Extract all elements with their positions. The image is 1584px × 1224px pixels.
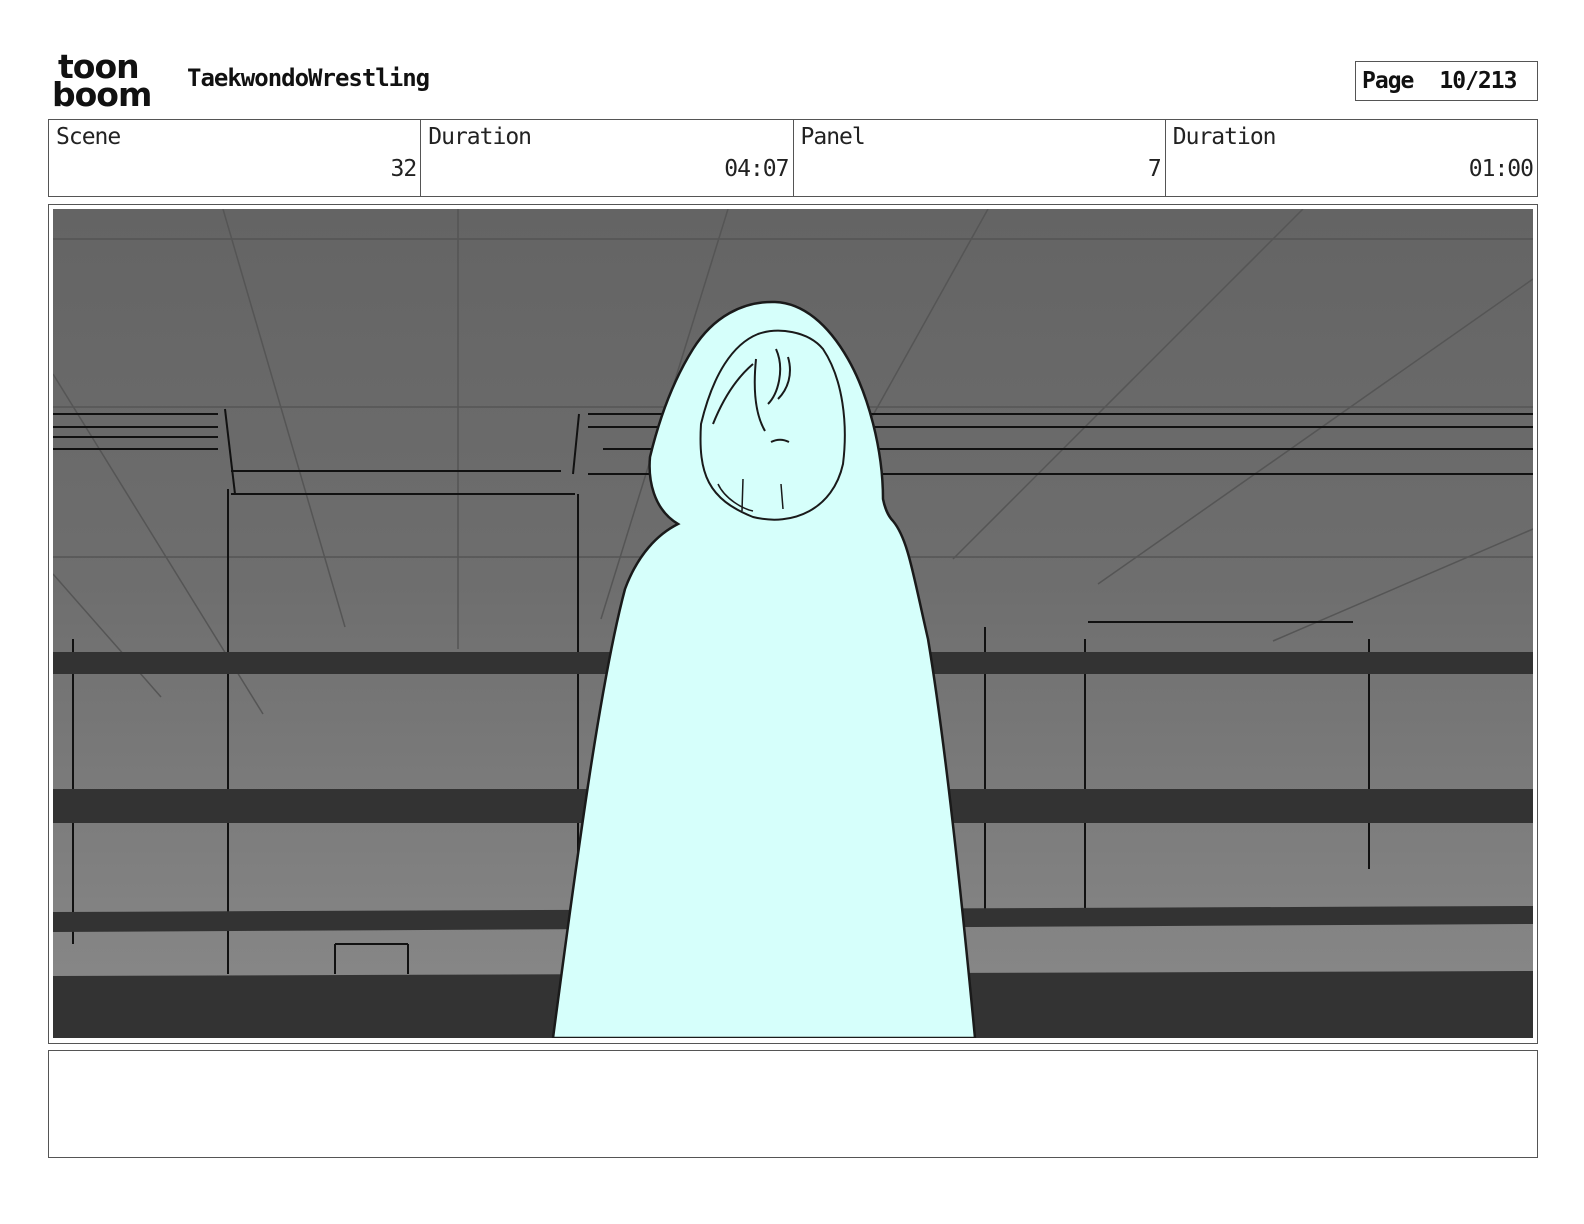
panel-duration-value: 01:00 xyxy=(1468,156,1534,182)
scene-value: 32 xyxy=(390,156,418,182)
panel-notes-box xyxy=(48,1050,1538,1158)
scene-duration-value: 04:07 xyxy=(724,156,789,182)
panel-duration-cell: Duration 01:00 xyxy=(1166,120,1537,196)
page-value: 10/213 xyxy=(1439,68,1517,94)
page-indicator: Page 10/213 xyxy=(1355,61,1538,101)
scene-cell: Scene 32 xyxy=(49,120,422,196)
panel-frame xyxy=(48,204,1538,1044)
panel-artwork xyxy=(53,209,1533,1038)
scene-duration-label: Duration xyxy=(428,124,532,150)
scene-label: Scene xyxy=(56,124,121,150)
project-title: TaekwondoWrestling xyxy=(187,64,430,92)
panel-value: 7 xyxy=(1147,156,1162,182)
storyboard-sketch xyxy=(53,209,1533,1038)
scene-duration-cell: Duration 04:07 xyxy=(421,120,794,196)
panel-cell: Panel 7 xyxy=(794,120,1166,196)
panel-label: Panel xyxy=(800,124,866,150)
panel-info-row: Scene 32 Duration 04:07 Panel 7 Duration… xyxy=(48,119,1538,197)
toon-boom-logo: toon boom xyxy=(52,50,164,112)
page-label: Page xyxy=(1362,68,1414,94)
logo-text-bottom: boom xyxy=(52,75,152,114)
panel-duration-label: Duration xyxy=(1172,124,1277,150)
